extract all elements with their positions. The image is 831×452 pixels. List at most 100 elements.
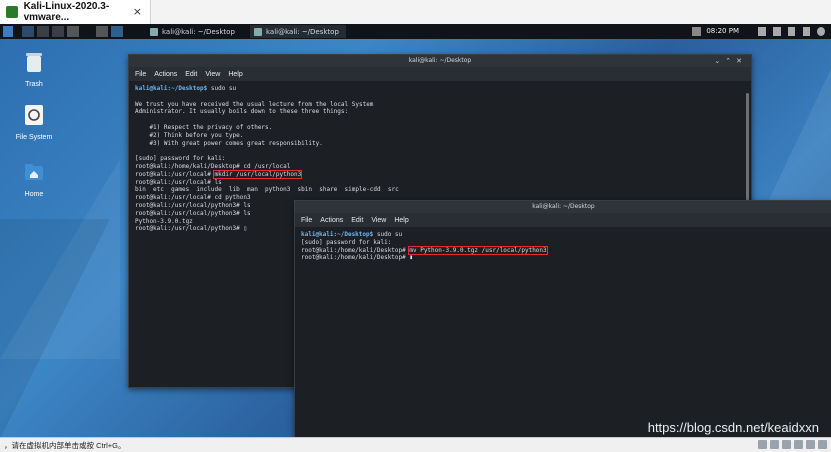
vm-logo-icon xyxy=(6,6,18,18)
terminal-line xyxy=(135,147,745,155)
terminal-line: bin etc games include lib man python3 sb… xyxy=(135,186,745,194)
line-text: Python-3.9.0.tgz xyxy=(135,217,193,225)
line-text: [sudo] password for kali: xyxy=(301,238,392,246)
terminal-line: kali@kali:~/Desktop$ sudo su xyxy=(135,85,745,93)
desktop-icon-label: Home xyxy=(24,191,44,198)
window-title: kali@kali: ~/Desktop xyxy=(532,203,595,210)
line-text: We trust you have received the usual lec… xyxy=(135,100,374,108)
terminal-line: root@kali:/home/kali/Desktop# cd /usr/lo… xyxy=(135,163,745,171)
menu-edit[interactable]: Edit xyxy=(351,217,363,224)
menu-file[interactable]: File xyxy=(301,217,312,224)
line-text: root@kali:/home/kali/Desktop# xyxy=(301,246,410,254)
vm-status-bar: ，请在虚拟机内部单击或按 Ctrl+G。 xyxy=(0,437,831,452)
terminal-line: We trust you have received the usual lec… xyxy=(135,101,745,109)
prompt: kali@kali:~/Desktop$ xyxy=(135,85,208,92)
screen-icon[interactable] xyxy=(692,27,701,36)
menu-view[interactable]: View xyxy=(371,217,386,224)
terminal-line xyxy=(135,93,745,101)
line-text xyxy=(135,116,139,123)
menu-actions[interactable]: Actions xyxy=(154,71,177,78)
device-icons xyxy=(755,440,827,449)
network-adapter-icon[interactable] xyxy=(782,440,791,449)
terminal-icon xyxy=(254,27,262,36)
line-text: root@kali:/home/kali/Desktop# cd /usr/lo… xyxy=(135,162,291,170)
menu-view[interactable]: View xyxy=(205,71,220,78)
window-controls[interactable]: ⌄⌃✕ xyxy=(714,55,747,67)
terminal-line: #3) With great power comes great respons… xyxy=(135,140,745,148)
vm-tab-bar: Kali-Linux-2020.3-vmware... × xyxy=(0,0,831,25)
usb-icon[interactable] xyxy=(794,440,803,449)
browser-launcher-icon[interactable] xyxy=(111,26,123,37)
line-text xyxy=(135,147,139,154)
status-hint: ，请在虚拟机内部单击或按 Ctrl+G。 xyxy=(4,441,126,450)
background-shape xyxy=(0,219,110,437)
power-icon[interactable] xyxy=(817,27,825,36)
terminal-line: #1) Respect the privacy of others. xyxy=(135,124,745,132)
sound-icon[interactable] xyxy=(806,440,815,449)
desktop-icon-label: File System xyxy=(15,134,53,141)
menu-edit[interactable]: Edit xyxy=(185,71,197,78)
desktop: Trash File System Home kali@kali: ~/Desk… xyxy=(0,39,831,437)
line-text: Administrator. It usually boils down to … xyxy=(135,108,349,116)
hdd-icon[interactable] xyxy=(758,440,767,449)
terminal-line: [sudo] password for kali: xyxy=(135,155,745,163)
notification-icon[interactable] xyxy=(788,27,795,36)
vm-tab-title: Kali-Linux-2020.3-vmware... xyxy=(23,1,110,23)
window-titlebar[interactable]: kali@kali: ~/Desktop ⌄⌃✕ xyxy=(129,55,751,67)
line-text: #2) Think before you type. xyxy=(135,131,244,139)
taskbar-item-terminal-1[interactable]: kali@kali: ~/Desktop xyxy=(146,25,250,38)
display-icon[interactable] xyxy=(818,440,827,449)
top-panel: kali@kali: ~/Desktop kali@kali: ~/Deskto… xyxy=(0,24,831,39)
terminal-line: root@kali:/home/kali/Desktop# ▮ xyxy=(301,254,826,262)
files-launcher-icon[interactable] xyxy=(96,26,108,37)
workspace-1-icon[interactable] xyxy=(22,26,34,37)
line-text: #1) Respect the privacy of others. xyxy=(135,123,273,131)
network-icon[interactable] xyxy=(758,27,766,36)
line-text: #3) With great power comes great respons… xyxy=(135,139,323,147)
highlighted-command: mv Python-3.9.0.tgz /usr/local/python3 xyxy=(408,245,548,255)
line-text: root@kali:/usr/local/python3# ls xyxy=(135,209,251,217)
terminal-line xyxy=(135,116,745,124)
taskbar-item-label: kali@kali: ~/Desktop xyxy=(162,27,235,36)
home-folder-icon xyxy=(25,164,43,180)
kali-menu-icon[interactable] xyxy=(3,26,13,37)
window-titlebar[interactable]: kali@kali: ~/Desktop xyxy=(295,201,831,213)
terminal-line: #2) Think before you type. xyxy=(135,132,745,140)
filesystem-icon xyxy=(25,105,43,125)
taskbar-item-terminal-2[interactable]: kali@kali: ~/Desktop xyxy=(250,25,346,38)
line-text: root@kali:/usr/local# xyxy=(135,170,215,178)
terminal-line: [sudo] password for kali: xyxy=(301,239,826,247)
cdrom-icon[interactable] xyxy=(770,440,779,449)
highlighted-command: mkdir /usr/local/python3 xyxy=(213,169,303,179)
terminal-output[interactable]: kali@kali:~/Desktop$ sudo su [sudo] passw… xyxy=(295,227,831,266)
menu-help[interactable]: Help xyxy=(228,71,242,78)
trash-icon xyxy=(26,53,42,72)
terminal-icon xyxy=(150,27,158,36)
lock-icon[interactable] xyxy=(803,27,810,36)
volume-icon[interactable] xyxy=(773,27,781,36)
workspace-2-icon[interactable] xyxy=(37,26,49,37)
vm-tab[interactable]: Kali-Linux-2020.3-vmware... × xyxy=(0,0,151,24)
terminal-window-2[interactable]: kali@kali: ~/Desktop File Actions Edit V… xyxy=(294,200,831,437)
line-text: root@kali:/home/kali/Desktop# ▮ xyxy=(301,254,413,262)
terminal-launcher-icon[interactable] xyxy=(67,26,79,37)
line-text: sudo su xyxy=(373,231,403,238)
terminal-line: root@kali:/home/kali/Desktop# mv Python-… xyxy=(301,245,826,255)
close-icon[interactable]: × xyxy=(133,5,142,18)
line-text: root@kali:/usr/local# ls xyxy=(135,178,222,186)
menu-file[interactable]: File xyxy=(135,71,146,78)
desktop-icon-file-system[interactable]: File System xyxy=(8,104,60,141)
clock[interactable]: 08:20 PM xyxy=(706,27,739,35)
terminal-line: root@kali:/usr/local# mkdir /usr/local/p… xyxy=(135,169,745,179)
desktop-icon-home[interactable]: Home xyxy=(8,161,60,198)
window-title: kali@kali: ~/Desktop xyxy=(408,57,472,64)
line-text: bin etc games include lib man python3 sb… xyxy=(135,186,399,194)
prompt: kali@kali:~/Desktop$ xyxy=(301,231,374,238)
workspace-3-icon[interactable] xyxy=(52,26,64,37)
menu-actions[interactable]: Actions xyxy=(320,217,343,224)
line-text: [sudo] password for kali: xyxy=(135,155,226,163)
terminal-line: Administrator. It usually boils down to … xyxy=(135,108,745,116)
taskbar-item-label: kali@kali: ~/Desktop xyxy=(266,27,339,36)
menu-help[interactable]: Help xyxy=(394,217,408,224)
desktop-icon-trash[interactable]: Trash xyxy=(8,51,60,88)
